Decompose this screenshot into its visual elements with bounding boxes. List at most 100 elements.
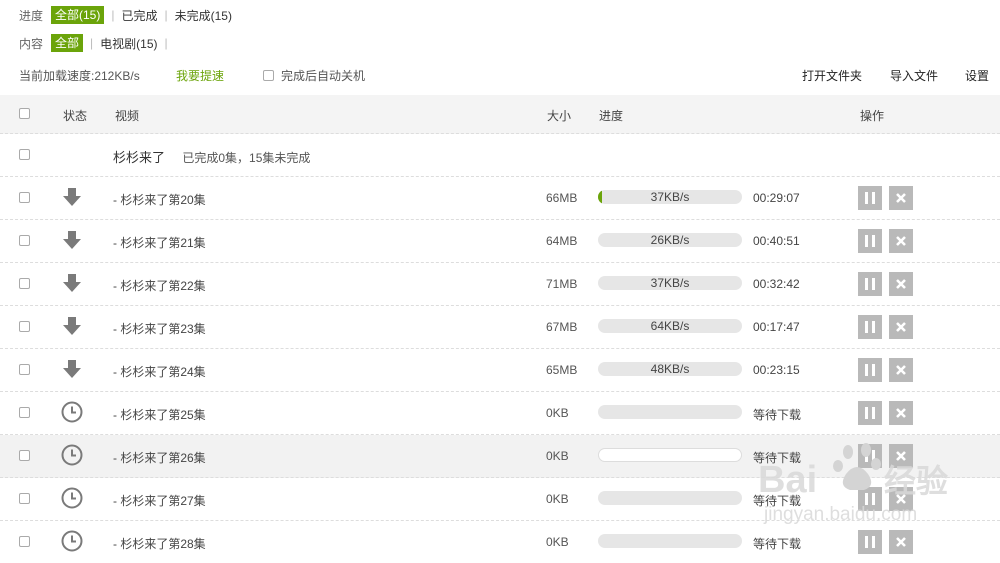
row-checkbox[interactable] [19,450,30,461]
progress-filter: 进度 全部(15) | 已完成 | 未完成(15) [19,6,232,24]
row-size: 66MB [546,191,578,205]
pause-button[interactable] [858,272,882,296]
row-checkbox[interactable] [19,278,30,289]
row-title: - 杉杉来了第28集 [113,537,206,551]
close-icon [896,408,906,418]
svg-text:jingyan.baidu.com: jingyan.baidu.com [763,504,917,525]
row-checkbox[interactable] [19,235,30,246]
row-checkbox[interactable] [19,493,30,504]
progress-speed: 64KB/s [650,319,690,333]
progress-speed: 26KB/s [650,233,690,247]
group-name: 杉杉来了 [113,150,166,165]
group-summary: 已完成0集，15集未完成 [182,151,311,165]
downloading-arrow-icon [63,231,81,249]
settings-button[interactable]: 设置 [965,67,989,84]
delete-button[interactable] [889,315,913,339]
open-folder-button[interactable]: 打开文件夹 [802,67,862,84]
row-title: - 杉杉来了第26集 [113,451,206,465]
row-size: 65MB [546,363,578,377]
progress-bar: 37KB/s [598,190,742,204]
pause-icon [865,321,875,333]
delete-button[interactable] [889,229,913,253]
header-status: 状态 [63,109,88,123]
delete-button[interactable] [889,358,913,382]
row-checkbox[interactable] [19,192,30,203]
downloading-arrow-icon [63,188,81,206]
filter-progress-all[interactable]: 全部(15) [51,6,105,24]
row-title: - 杉杉来了第23集 [113,322,206,336]
row-size: 0KB [546,492,569,506]
row-size: 0KB [546,406,569,420]
select-all-checkbox[interactable] [19,108,30,119]
table-row[interactable]: - 杉杉来了第23集 67MB 64KB/s 00:17:47 [0,306,1000,349]
row-size: 71MB [546,277,578,291]
svg-text:经验: 经验 [884,462,948,500]
pause-button[interactable] [858,401,882,425]
row-eta: 00:23:15 [753,363,800,377]
progress-bar [598,448,742,462]
header-progress: 进度 [599,109,624,123]
close-icon [896,236,906,246]
row-eta: 00:40:51 [753,234,800,248]
row-size: 67MB [546,320,578,334]
clock-icon [61,401,83,423]
group-checkbox[interactable] [19,149,30,160]
divider: | [90,36,94,50]
row-title: - 杉杉来了第27集 [113,494,206,508]
row-size: 0KB [546,535,569,549]
table-row[interactable]: - 杉杉来了第24集 65MB 48KB/s 00:23:15 [0,349,1000,392]
filter-content-tv[interactable]: 电视剧(15) [100,35,157,52]
content-filter-label: 内容 [19,36,44,51]
header-size: 大小 [547,109,572,123]
delete-button[interactable] [889,401,913,425]
progress-bar: 48KB/s [598,362,742,376]
import-file-button[interactable]: 导入文件 [890,67,938,84]
auto-shutdown-label: 完成后自动关机 [281,69,366,83]
toolbar: 当前加载速度:212KB/s 我要提速 完成后自动关机 打开文件夹 导入文件 设… [0,62,1000,86]
row-eta: 00:32:42 [753,277,800,291]
progress-bar [598,405,742,419]
table-row[interactable]: - 杉杉来了第22集 71MB 37KB/s 00:32:42 [0,263,1000,306]
header-video: 视频 [115,109,140,123]
delete-button[interactable] [889,186,913,210]
pause-button[interactable] [858,229,882,253]
speed-boost-link[interactable]: 我要提速 [176,67,224,84]
svg-text:Bai: Bai [758,459,817,501]
row-eta: 00:29:07 [753,191,800,205]
table-row[interactable]: - 杉杉来了第21集 64MB 26KB/s 00:40:51 [0,220,1000,263]
pause-button[interactable] [858,358,882,382]
progress-bar: 37KB/s [598,276,742,290]
baidu-jingyan-watermark: Bai 经验 jingyan.baidu.com [758,443,948,525]
clock-icon [61,487,83,509]
pause-button[interactable] [858,186,882,210]
divider: | [111,8,115,22]
progress-speed: 48KB/s [650,362,690,376]
pause-icon [865,192,875,204]
divider: | [164,36,168,50]
progress-bar: 64KB/s [598,319,742,333]
clock-icon [61,530,83,552]
downloading-arrow-icon [63,317,81,335]
table-row[interactable]: - 杉杉来了第25集 0KB 等待下载 [0,392,1000,435]
delete-button[interactable] [889,272,913,296]
row-checkbox[interactable] [19,407,30,418]
progress-bar [598,534,742,548]
pause-icon [865,235,875,247]
downloading-arrow-icon [63,360,81,378]
close-icon [896,365,906,375]
pause-button[interactable] [858,315,882,339]
filter-progress-done[interactable]: 已完成 [121,7,157,24]
filter-progress-undone[interactable]: 未完成(15) [175,7,232,24]
row-title: - 杉杉来了第20集 [113,193,206,207]
auto-shutdown-checkbox[interactable] [263,70,274,81]
row-checkbox[interactable] [19,321,30,332]
clock-icon [61,444,83,466]
row-size: 64MB [546,234,578,248]
filter-content-all[interactable]: 全部 [51,34,84,52]
table-row[interactable]: - 杉杉来了第20集 66MB 37KB/s 00:29:07 [0,177,1000,220]
group-row[interactable]: 杉杉来了 已完成0集，15集未完成 [0,134,1000,177]
row-checkbox[interactable] [19,364,30,375]
progress-speed: 37KB/s [650,190,690,204]
auto-shutdown-option[interactable]: 完成后自动关机 [263,67,365,84]
row-size: 0KB [546,449,569,463]
